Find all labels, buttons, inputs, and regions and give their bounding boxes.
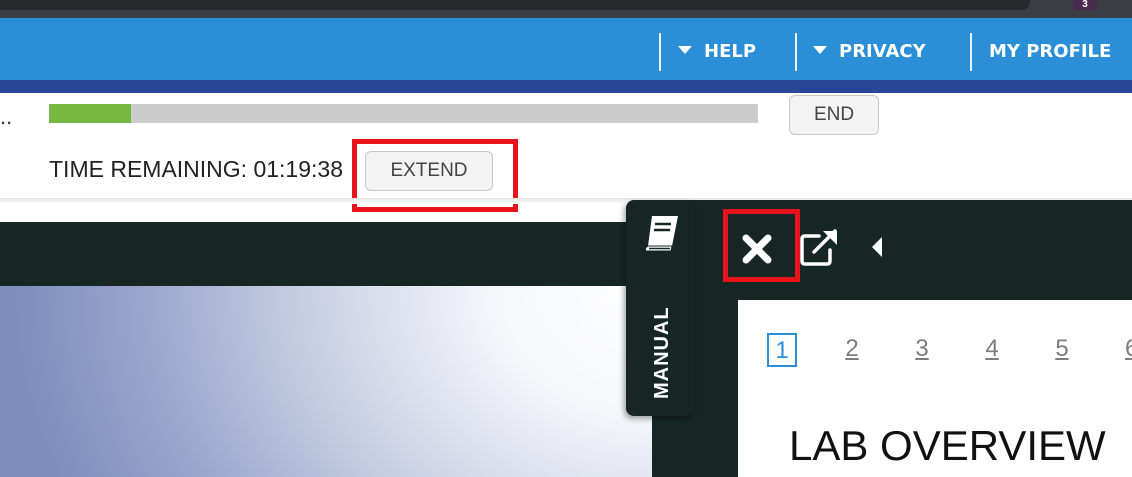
page-link[interactable]: 2 [837,333,867,367]
manual-page-title: LAB OVERVIEW [789,422,1106,469]
nav-privacy-label: PRIVACY [839,41,926,62]
lab-background-image [0,286,652,477]
time-remaining-label: TIME REMAINING: 01:19:38 [49,156,343,182]
close-icon[interactable] [738,230,776,268]
time-progress-bar [49,104,758,123]
page-link[interactable]: 3 [907,333,937,367]
page-link[interactable]: 5 [1047,333,1077,367]
page-link[interactable]: 4 [977,333,1007,367]
end-button[interactable]: END [789,95,879,135]
nav-separator [659,33,661,71]
book-icon[interactable] [640,212,684,256]
browser-tab-strip: 3 [0,0,1132,18]
time-progress-fill [49,104,131,123]
caret-left-icon[interactable] [870,236,884,258]
tab-count-badge[interactable]: 3 [1073,0,1097,10]
extend-button[interactable]: EXTEND [365,151,493,191]
nav-my-profile-label: MY PROFILE [989,41,1112,62]
chevron-down-icon [678,46,692,54]
nav-privacy[interactable]: PRIVACY [813,37,926,67]
top-nav-bar: HELP PRIVACY MY PROFILE [0,18,1132,80]
nav-separator [970,33,972,71]
nav-help-label: HELP [704,41,757,62]
nav-help[interactable]: HELP [678,37,756,67]
nav-my-profile[interactable]: MY PROFILE [989,37,1111,67]
page-link[interactable]: 1 [767,333,797,367]
page-link[interactable]: 6 [1115,333,1132,367]
external-link-icon[interactable] [799,228,841,266]
truncated-text: .. [0,104,13,129]
nav-separator [795,33,797,71]
nav-underline-bar [0,80,1132,93]
manual-tab-label: MANUAL [651,306,673,399]
chevron-down-icon [813,46,827,54]
browser-tab-bar [0,0,1030,10]
